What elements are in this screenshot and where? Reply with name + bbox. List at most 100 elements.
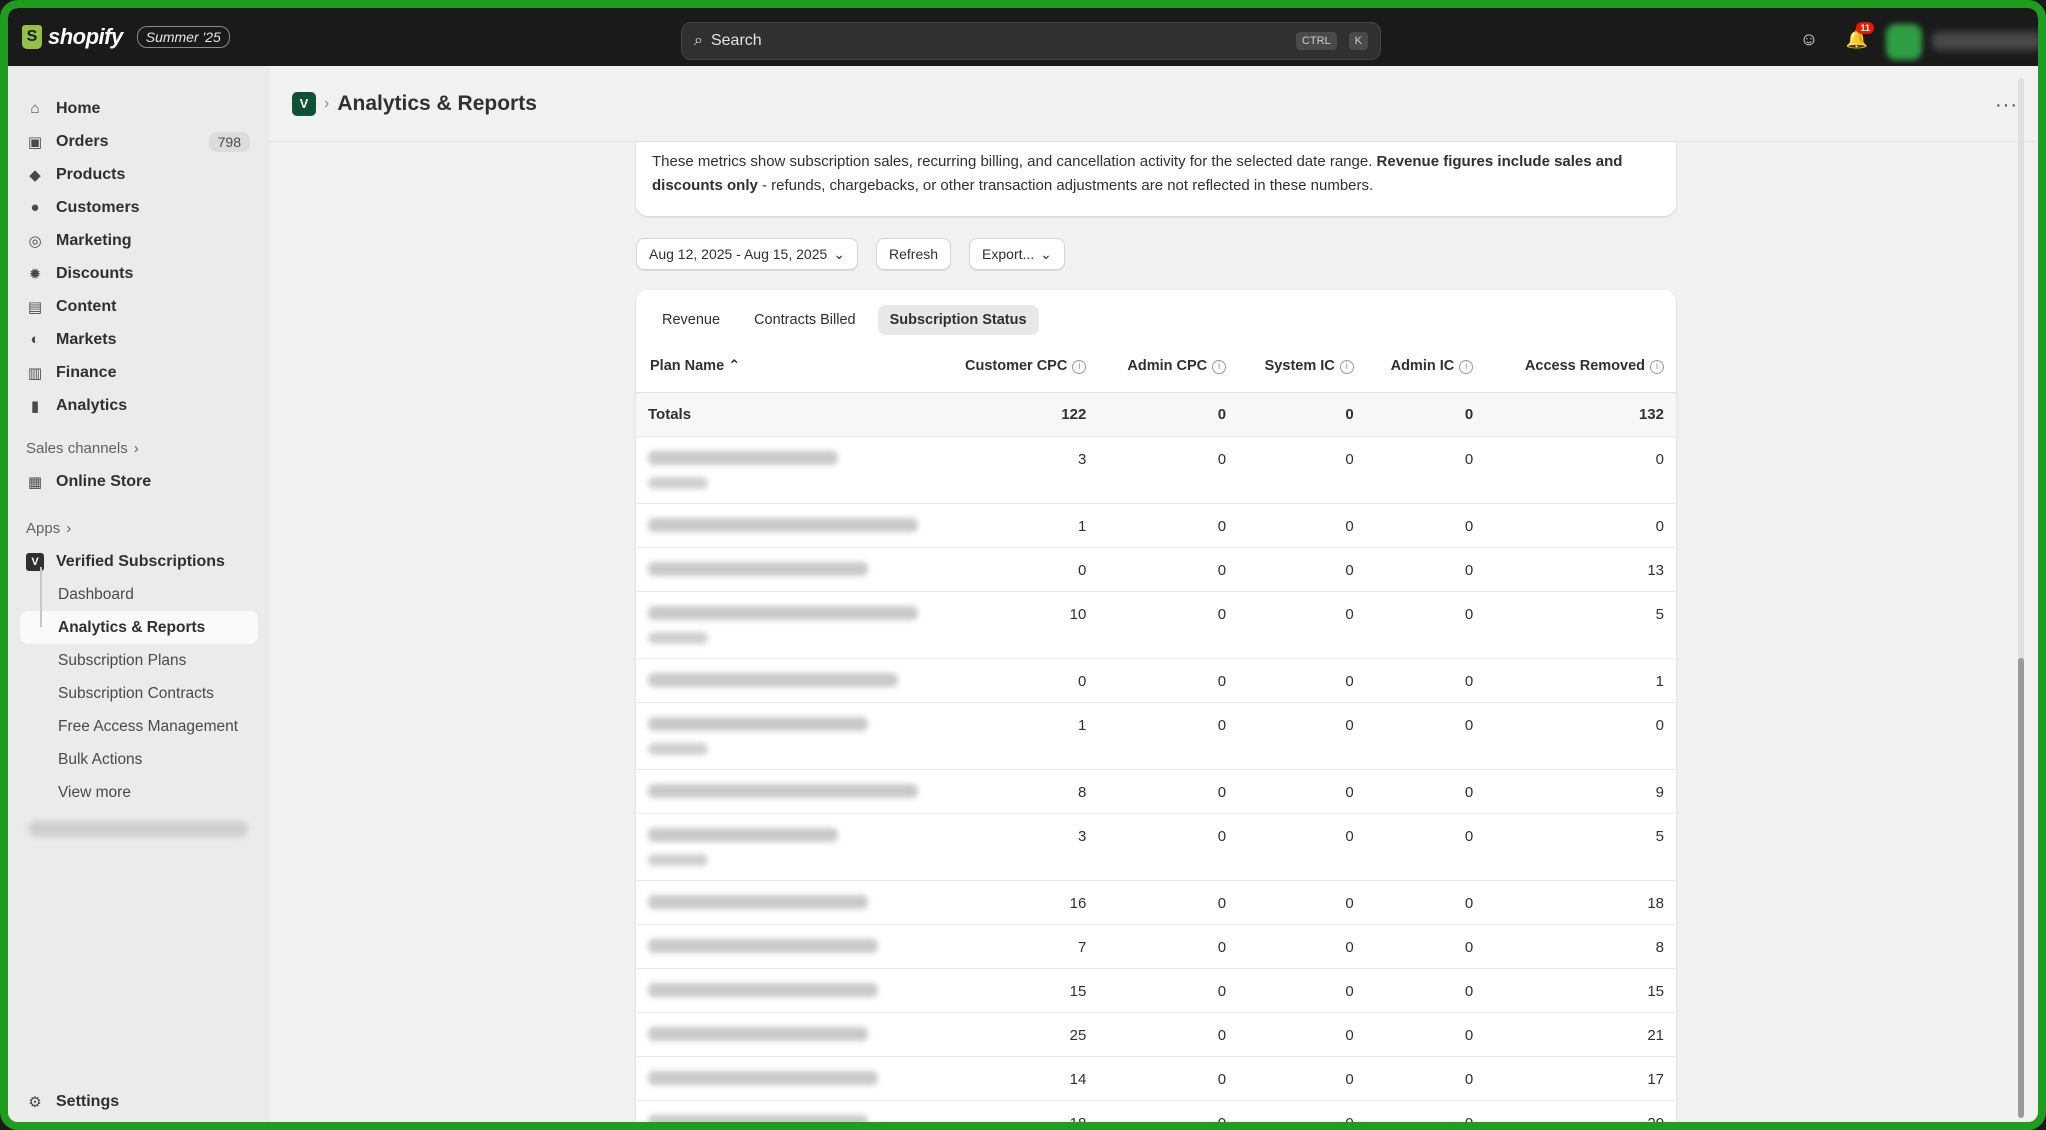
page-title: Analytics & Reports	[337, 91, 537, 115]
totals-cell: 0	[1238, 392, 1366, 437]
sidebar-item-orders[interactable]: ▣ Orders 798	[8, 125, 270, 158]
table-row[interactable]: 14 0 0 0 17	[636, 1056, 1676, 1101]
redacted-text	[648, 1114, 868, 1122]
table-cell: 0	[1238, 1100, 1366, 1122]
info-icon[interactable]: i	[1459, 359, 1474, 374]
redacted-text	[648, 982, 878, 997]
sidebar-item-settings[interactable]: ⚙ Settings	[8, 1085, 270, 1118]
column-header-label: Access Removed	[1524, 357, 1645, 374]
redacted-text	[648, 894, 868, 909]
tab-subscription-status[interactable]: Subscription Status	[877, 305, 1039, 335]
report-controls: Aug 12, 2025 - Aug 15, 2025 ⌄ Refresh Ex…	[636, 238, 1676, 270]
table-cell: 0	[1365, 547, 1486, 592]
store-name-redacted[interactable]	[1932, 32, 2038, 50]
table-cell: 0	[1098, 968, 1239, 1013]
table-cell: 0	[1098, 436, 1239, 504]
report-card: Revenue Contracts Billed Subscription Stat…	[636, 290, 1676, 1122]
table-row[interactable]: 00001	[636, 658, 1676, 703]
sidebar-item-label: Content	[56, 297, 117, 315]
sort-icon[interactable]: ⌃	[724, 358, 740, 374]
app-logo-icon[interactable]: V	[292, 91, 316, 116]
table-cell: 0	[1238, 436, 1366, 504]
table-cell: 0	[1485, 436, 1676, 504]
date-range-picker[interactable]: Aug 12, 2025 - Aug 15, 2025 ⌄	[636, 238, 858, 270]
redacted-text	[648, 672, 898, 687]
sidebar-item-home[interactable]: ⌂ Home	[8, 92, 270, 125]
sidebar-item-content[interactable]: ▤ Content	[8, 290, 270, 323]
redacted-text	[648, 1070, 878, 1085]
sales-channels-label: Sales channels	[26, 440, 128, 457]
info-icon[interactable]: i	[1212, 359, 1227, 374]
sidebar-subitem-free-access-management[interactable]: Free Access Management	[8, 710, 270, 743]
table-cell: 0	[1365, 1056, 1486, 1101]
content-icon: ▤	[27, 298, 43, 316]
table-cell: 0	[1365, 1100, 1486, 1122]
chevron-down-icon: ⌄	[833, 245, 845, 262]
table-cell: 0	[1485, 503, 1676, 548]
avatar[interactable]	[1886, 24, 1922, 60]
sidebar-subitem-bulk-actions[interactable]: Bulk Actions	[8, 743, 270, 776]
sidebar-item-verified-subscriptions[interactable]: V Verified Subscriptions	[8, 545, 270, 578]
table-cell: 0	[1365, 924, 1486, 969]
search-bar[interactable]: ⌕ Search CTRL K	[681, 22, 1381, 60]
table-row[interactable]: 18 0 0 0 20	[636, 1100, 1676, 1122]
table-row[interactable]: 15 0 0 0 15	[636, 968, 1676, 1013]
sidebar-item-analytics[interactable]: ▮ Analytics	[8, 389, 270, 422]
sidebar-item-label: Products	[56, 165, 126, 183]
plan-name-redacted	[636, 924, 930, 969]
table-row[interactable]: 10000	[636, 503, 1676, 548]
sidebar-subitem-analytics-reports[interactable]: Analytics & Reports	[20, 611, 258, 644]
sidebar-item-discounts[interactable]: ✹ Discounts	[8, 257, 270, 290]
sidebar-subitem-subscription-plans[interactable]: Subscription Plans	[8, 644, 270, 677]
sidebar-item-products[interactable]: ◆ Products	[8, 158, 270, 191]
table-cell: 7	[930, 924, 1099, 969]
sidebar-item-label: Online Store	[56, 472, 152, 490]
info-icon[interactable]: i	[1650, 359, 1664, 374]
sidekick-icon[interactable]: ☺	[1798, 28, 1820, 50]
table-row[interactable]: 30000	[636, 436, 1676, 504]
sidebar-item-label: Marketing	[56, 231, 132, 249]
sales-channels-header[interactable]: Sales channels ›	[8, 432, 270, 465]
info-text: These metrics show subscription sales, r…	[652, 153, 1377, 170]
sidebar-item-label: Discounts	[56, 264, 134, 282]
scrollbar-thumb[interactable]	[2018, 658, 2024, 1118]
table-row[interactable]: 10000	[636, 702, 1676, 770]
sidebar-subitem-view-more[interactable]: View more	[8, 776, 270, 809]
more-actions-icon[interactable]: ···	[1995, 94, 2018, 117]
sidebar-item-marketing[interactable]: ◎ Marketing	[8, 224, 270, 257]
sidebar-item-customers[interactable]: ● Customers	[8, 191, 270, 224]
table-row[interactable]: 10 0 0 0 5	[636, 591, 1676, 659]
plan-name-redacted	[636, 702, 930, 770]
column-header-label: Plan Name	[650, 357, 725, 374]
sidebar-item-label: Orders	[56, 132, 109, 150]
table-row[interactable]: 0 0 0 0 13	[636, 547, 1676, 592]
refresh-button[interactable]: Refresh	[876, 238, 952, 270]
sidebar-item-finance[interactable]: ▥ Finance	[8, 356, 270, 389]
table-row[interactable]: 70008	[636, 924, 1676, 969]
table-cell: 0	[1238, 547, 1366, 592]
edition-badge[interactable]: Summer '25	[136, 26, 230, 48]
sidebar-subitem-dashboard[interactable]: Dashboard	[8, 578, 270, 611]
apps-header[interactable]: Apps ›	[8, 512, 270, 545]
bar-chart-icon: ▮	[30, 397, 40, 415]
redacted-text	[648, 938, 878, 953]
export-button[interactable]: Export... ⌄	[969, 238, 1065, 270]
redacted-text	[648, 853, 708, 866]
table-row[interactable]: 80009	[636, 769, 1676, 814]
table-row[interactable]: 25 0 0 0 21	[636, 1012, 1676, 1057]
redacted-item	[28, 821, 248, 837]
shopify-logo[interactable]: S shopify Summer '25	[22, 22, 230, 52]
sidebar-item-markets[interactable]: ◐ Markets	[8, 323, 270, 356]
table-row[interactable]: 30005	[636, 813, 1676, 881]
info-icon[interactable]: i	[1072, 359, 1087, 374]
tab-contracts-billed[interactable]: Contracts Billed	[742, 305, 868, 335]
tab-revenue[interactable]: Revenue	[650, 305, 732, 335]
sidebar-subitem-subscription-contracts[interactable]: Subscription Contracts	[8, 677, 270, 710]
table-header-row: Plan Name ⌃ Customer CPC i Admin CPC i System…	[636, 340, 1676, 393]
sidebar-item-online-store[interactable]: ▦ Online Store	[8, 465, 270, 498]
info-icon[interactable]: i	[1339, 359, 1354, 374]
bell-icon[interactable]: 🔔 11	[1846, 22, 1874, 50]
table-cell: 0	[1238, 1012, 1366, 1057]
table-row[interactable]: 16 0 0 0 18	[636, 880, 1676, 925]
column-header[interactable]: Plan Name ⌃	[636, 340, 930, 393]
